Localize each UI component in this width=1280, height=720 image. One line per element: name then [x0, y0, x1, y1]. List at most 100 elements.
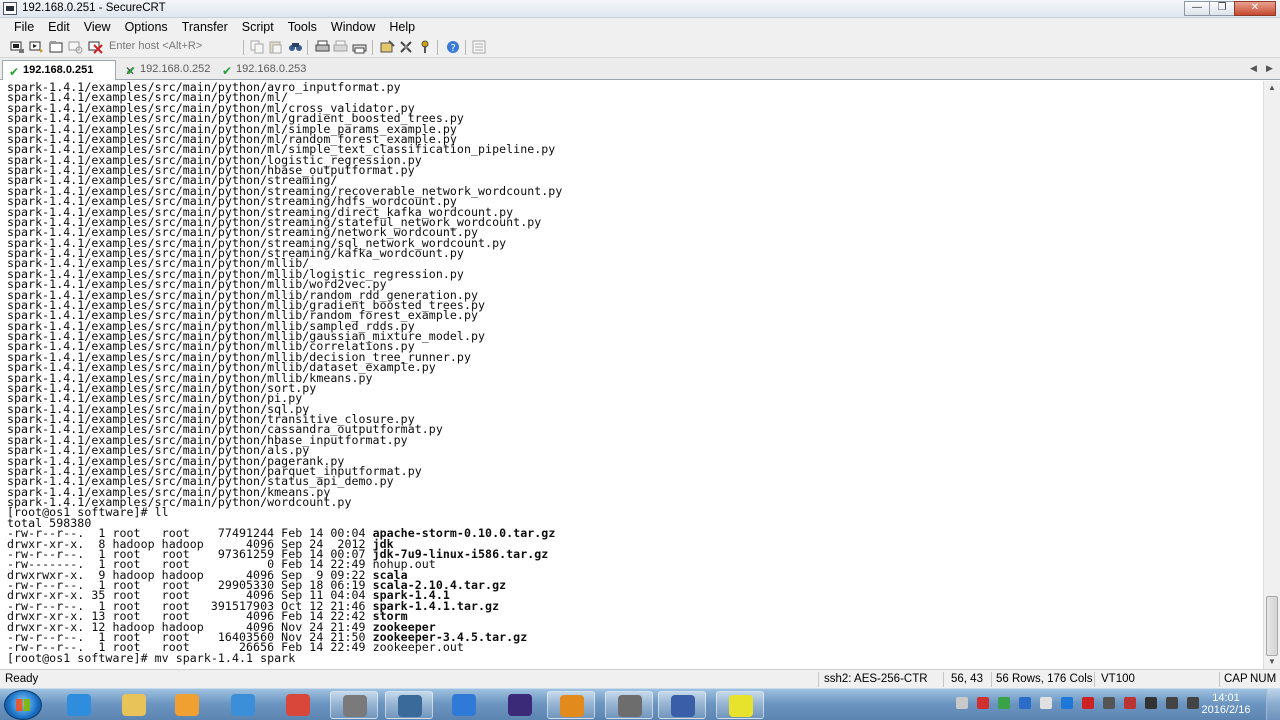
network-app-icon[interactable]: [1040, 697, 1052, 709]
window-title: 192.168.0.251 - SecureCRT: [22, 2, 166, 14]
taskbar-app-button[interactable]: [658, 691, 706, 719]
menu-options[interactable]: Options: [118, 18, 175, 37]
tab-label: 192.168.0.252: [140, 63, 211, 75]
menu-bar: File Edit View Options Transfer Script T…: [0, 18, 1280, 37]
reconnect-icon[interactable]: [68, 40, 83, 54]
windows-taskbar: 14:01 2016/2/16: [0, 688, 1280, 720]
taskbar-app-button[interactable]: [163, 691, 211, 719]
taskbar-app-button[interactable]: [547, 691, 595, 719]
terminal-output: spark-1.4.1/examples/src/main/python/avr…: [7, 81, 562, 665]
tab-label: 192.168.0.253: [236, 63, 307, 75]
find-icon[interactable]: [288, 40, 303, 54]
toolbar-separator: [465, 40, 466, 55]
status-ready: Ready: [5, 673, 39, 685]
minimize-button[interactable]: —: [1184, 1, 1210, 16]
file-name: apache-storm-0.10.0.tar.gz: [372, 526, 556, 541]
connect-icon[interactable]: [10, 40, 25, 54]
menu-file[interactable]: File: [7, 18, 41, 37]
taskbar-app-button[interactable]: [716, 691, 764, 719]
feather-app-icon: [452, 694, 476, 716]
enter-host-field[interactable]: Enter host <Alt+R>: [105, 39, 235, 55]
tab-scroll-right-icon[interactable]: ▶: [1266, 63, 1273, 74]
speaker-tray-icon[interactable]: [1145, 697, 1157, 709]
tab-192-168-0-251[interactable]: ✔ 192.168.0.251 ✕: [2, 60, 135, 80]
start-button[interactable]: [4, 690, 42, 720]
sync-app-icon: [231, 694, 255, 716]
terminal-scrollbar[interactable]: ▲ ▼: [1263, 81, 1280, 669]
status-separator: [1094, 672, 1095, 687]
file-explorer-icon: [122, 694, 146, 716]
menu-view[interactable]: View: [77, 18, 118, 37]
qq-icon[interactable]: [1082, 697, 1094, 709]
keymap-icon[interactable]: [418, 40, 433, 54]
tab-192-168-0-253[interactable]: ✔ 192.168.0.253: [216, 60, 312, 80]
connect-tab-icon[interactable]: [49, 40, 64, 54]
menu-help[interactable]: Help: [382, 18, 422, 37]
menu-edit[interactable]: Edit: [41, 18, 77, 37]
network-tool-icon: [398, 695, 422, 717]
taskbar-app-button[interactable]: [330, 691, 378, 719]
internet-explorer-icon: [67, 694, 91, 716]
status-separator: [1219, 672, 1220, 687]
global-options-icon[interactable]: [399, 40, 414, 54]
sftp-icon[interactable]: [472, 40, 487, 54]
tab-192-168-0-252[interactable]: ✔ 192.168.0.252: [120, 60, 216, 80]
clock-date: 2016/2/16: [1201, 704, 1251, 716]
status-cursor-position: 56, 43: [951, 673, 983, 685]
tab-scroll-left-icon[interactable]: ◀: [1250, 63, 1257, 74]
antivirus-icon[interactable]: [1061, 697, 1073, 709]
status-emulation: VT100: [1101, 673, 1135, 685]
session-options-icon[interactable]: [380, 40, 395, 54]
status-separator: [991, 672, 992, 687]
eclipse-icon: [508, 694, 532, 716]
windows-icon[interactable]: [1019, 697, 1031, 709]
clock-time: 14:01: [1212, 692, 1240, 704]
terminal-screen[interactable]: spark-1.4.1/examples/src/main/python/avr…: [0, 81, 1263, 669]
flag-icon[interactable]: [977, 697, 989, 709]
toolbar-separator: [372, 40, 373, 55]
keyboard-icon[interactable]: [956, 697, 968, 709]
taskbar-app-button[interactable]: [110, 691, 158, 719]
copy-icon[interactable]: [250, 40, 265, 54]
terminal-line-text: [root@os1 software]# mv spark-1.4.1 spar…: [7, 650, 296, 665]
security-icon[interactable]: [1124, 697, 1136, 709]
show-desktop-button[interactable]: [1266, 689, 1280, 720]
scroll-down-icon[interactable]: ▼: [1268, 657, 1276, 666]
menu-script[interactable]: Script: [235, 18, 281, 37]
menu-transfer[interactable]: Transfer: [175, 18, 235, 37]
menu-tools[interactable]: Tools: [281, 18, 324, 37]
chrome-icon: [286, 694, 310, 716]
print-selection-icon[interactable]: [333, 40, 348, 54]
toolbar-separator: [437, 40, 438, 55]
update-icon[interactable]: [1103, 697, 1115, 709]
status-terminal-size: 56 Rows, 176 Cols: [996, 673, 1093, 685]
scrollbar-thumb[interactable]: [1266, 596, 1278, 656]
scroll-up-icon[interactable]: ▲: [1268, 83, 1276, 92]
menu-window[interactable]: Window: [324, 18, 382, 37]
power-icon[interactable]: [1166, 697, 1178, 709]
taskbar-app-button[interactable]: [605, 691, 653, 719]
disconnect-icon[interactable]: [88, 40, 103, 54]
title-bar[interactable]: 192.168.0.251 - SecureCRT — ❐ ✕: [0, 0, 1280, 18]
taskbar-app-button[interactable]: [219, 691, 267, 719]
shield-icon[interactable]: [998, 697, 1010, 709]
taskbar-app-button[interactable]: [385, 691, 433, 719]
quick-connect-icon[interactable]: [29, 40, 44, 54]
print-icon[interactable]: [315, 40, 330, 54]
print-setup-icon[interactable]: [352, 40, 367, 54]
close-button[interactable]: ✕: [1234, 1, 1276, 16]
taskbar-clock[interactable]: 14:01 2016/2/16: [1196, 692, 1256, 716]
taskbar-app-button[interactable]: [274, 691, 322, 719]
taskbar-app-button[interactable]: [55, 691, 103, 719]
paste-icon[interactable]: [268, 40, 283, 54]
svg-text:?: ?: [451, 43, 456, 54]
securecrt-app-icon[interactable]: [3, 2, 17, 15]
status-separator: [943, 672, 944, 687]
num-lock-indicator: NUM: [1250, 673, 1277, 685]
taskbar-app-button[interactable]: [440, 691, 488, 719]
maximize-button[interactable]: ❐: [1209, 1, 1235, 16]
help-icon[interactable]: ?: [446, 40, 461, 54]
media-player-icon: [175, 694, 199, 716]
taskbar-app-button[interactable]: [496, 691, 544, 719]
caps-lock-indicator: CAP: [1224, 673, 1248, 685]
